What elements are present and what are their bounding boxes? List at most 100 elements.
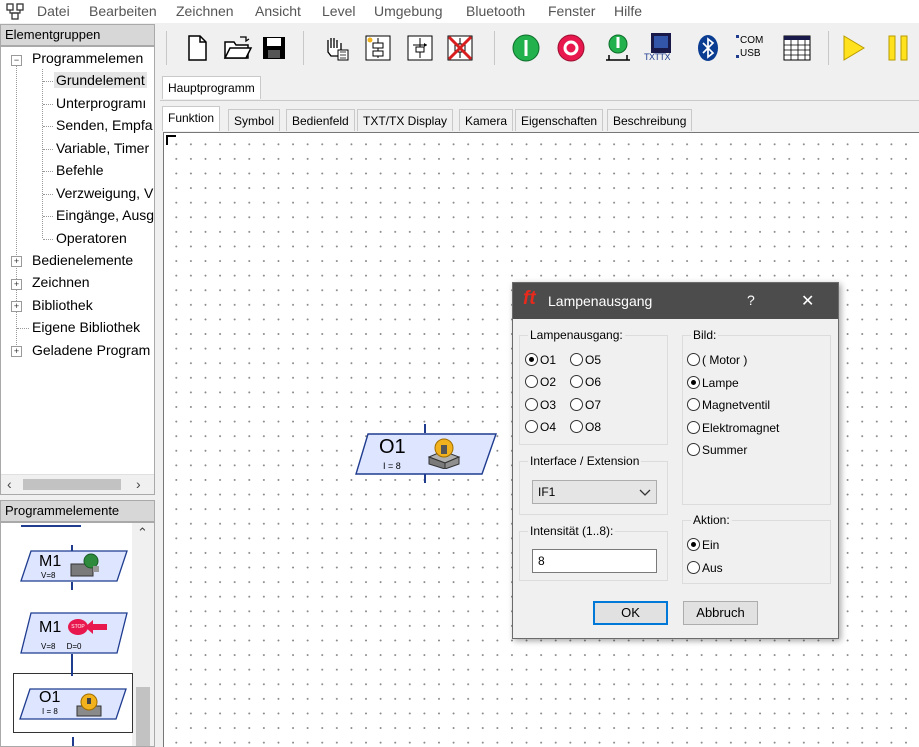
tree-item-geladene-programme[interactable]: Geladene Program bbox=[32, 342, 150, 358]
save-icon[interactable] bbox=[259, 33, 289, 63]
radio-o6[interactable]: O6 bbox=[570, 374, 601, 390]
table-window-icon[interactable] bbox=[782, 33, 812, 63]
scrollbar-thumb[interactable] bbox=[136, 687, 150, 746]
delete-element-icon[interactable] bbox=[445, 33, 475, 63]
palette-lamp-block[interactable]: O1 I = 8 bbox=[13, 662, 133, 733]
tree-item-senden-empfangen[interactable]: Senden, Empfa bbox=[56, 117, 153, 133]
programmelemente-header: Programmelemente bbox=[0, 500, 155, 522]
image-group: Bild: ( Motor ) Lampe Magnetventil Elekt… bbox=[682, 328, 831, 505]
radio-o1[interactable]: O1 bbox=[525, 352, 556, 368]
radio-o4[interactable]: O4 bbox=[525, 419, 556, 435]
interface-select[interactable]: IF1 bbox=[532, 480, 657, 504]
radio-o7[interactable]: O7 bbox=[570, 397, 601, 413]
block-label: O1 bbox=[379, 436, 406, 458]
scroll-up-icon[interactable]: ⌃ bbox=[137, 525, 148, 541]
radio-o3[interactable]: O3 bbox=[525, 397, 556, 413]
palette-item-label: M1 bbox=[39, 553, 62, 570]
palette-item-sub: V=8 bbox=[41, 571, 56, 580]
image-group-label: Bild: bbox=[691, 328, 719, 342]
hand-select-icon[interactable] bbox=[321, 33, 351, 63]
palette-motor-block[interactable]: M1 V=8 bbox=[19, 545, 128, 590]
tree-item-befehle[interactable]: Befehle bbox=[56, 162, 103, 178]
menu-ansicht[interactable]: Ansicht bbox=[255, 3, 301, 19]
tree-item-verzweigung[interactable]: Verzweigung, V bbox=[56, 185, 153, 201]
lampenausgang-dialog: ft Lampenausgang ? ✕ Lampenausgang: O1 O… bbox=[512, 282, 839, 639]
menu-fenster[interactable]: Fenster bbox=[548, 3, 595, 19]
chevron-down-icon bbox=[639, 489, 651, 496]
ok-button[interactable]: OK bbox=[593, 601, 668, 625]
expand-icon[interactable]: + bbox=[11, 346, 22, 357]
radio-aus[interactable]: Aus bbox=[687, 560, 723, 576]
tab-kamera[interactable]: Kamera bbox=[459, 109, 514, 131]
menu-hilfe[interactable]: Hilfe bbox=[614, 3, 642, 19]
app-icon bbox=[6, 3, 24, 20]
tree-item-eigene-bibliothek[interactable]: Eigene Bibliothek bbox=[32, 319, 140, 335]
help-icon[interactable]: ? bbox=[747, 292, 755, 308]
action-group: Aktion: Ein Aus bbox=[682, 513, 831, 584]
tab-funktion[interactable]: Funktion bbox=[162, 106, 221, 131]
radio-summer[interactable]: Summer bbox=[687, 442, 747, 458]
open-folder-icon[interactable] bbox=[223, 33, 253, 63]
close-icon[interactable]: ✕ bbox=[801, 291, 814, 311]
scroll-right-icon[interactable]: › bbox=[136, 476, 141, 492]
tab-bedienfeld[interactable]: Bedienfeld bbox=[286, 109, 355, 131]
tree-item-unterprogramme[interactable]: Unterprogramı bbox=[56, 95, 146, 111]
start-icon[interactable] bbox=[511, 33, 541, 63]
radio-motor[interactable]: ( Motor ) bbox=[687, 352, 747, 368]
tree-item-operatoren[interactable]: Operatoren bbox=[56, 230, 127, 246]
menu-level[interactable]: Level bbox=[322, 3, 355, 19]
vertical-scrollbar[interactable]: ⌃ bbox=[132, 523, 154, 746]
scrollbar-thumb[interactable] bbox=[23, 479, 121, 490]
menu-zeichnen[interactable]: Zeichnen bbox=[176, 3, 234, 19]
collapse-icon[interactable]: − bbox=[11, 55, 22, 66]
expand-icon[interactable]: + bbox=[11, 279, 22, 290]
scroll-left-icon[interactable]: ‹ bbox=[7, 476, 12, 492]
radio-elektromagnet[interactable]: Elektromagnet bbox=[687, 420, 779, 436]
interface-group: Interface / Extension IF1 bbox=[519, 454, 668, 515]
com-usb-icon[interactable]: COM USB bbox=[736, 33, 770, 63]
stop-icon[interactable] bbox=[556, 33, 586, 63]
tree-item-variable-timer[interactable]: Variable, Timer bbox=[56, 140, 149, 156]
interface-group-label: Interface / Extension bbox=[528, 454, 642, 468]
tab-eigenschaften[interactable]: Eigenschaften bbox=[515, 109, 604, 131]
tree-item-grundelemente[interactable]: Grundelement bbox=[54, 72, 147, 88]
pause-icon[interactable] bbox=[883, 33, 913, 63]
radio-o5[interactable]: O5 bbox=[570, 352, 601, 368]
expand-icon[interactable]: + bbox=[11, 301, 22, 312]
tab-hauptprogramm[interactable]: Hauptprogramm bbox=[162, 76, 261, 99]
menu-umgebung[interactable]: Umgebung bbox=[374, 3, 443, 19]
radio-magnetventil[interactable]: Magnetventil bbox=[687, 397, 770, 413]
flow-element-icon[interactable] bbox=[363, 33, 393, 63]
tab-beschreibung[interactable]: Beschreibung bbox=[607, 109, 693, 131]
radio-lampe[interactable]: Lampe bbox=[687, 375, 739, 391]
radio-o8[interactable]: O8 bbox=[570, 419, 601, 435]
programmelemente-palette[interactable]: ⌃ M1 V=8 M1 V=8 D=0 STOP O1 I = 8 bbox=[0, 522, 155, 747]
new-file-icon[interactable] bbox=[182, 33, 212, 63]
bluetooth-icon[interactable] bbox=[693, 33, 723, 63]
cancel-button[interactable]: Abbruch bbox=[683, 601, 758, 625]
lamp-output-block[interactable]: O1 I = 8 bbox=[354, 424, 499, 484]
menu-bluetooth[interactable]: Bluetooth bbox=[466, 3, 525, 19]
tree-item-programmelemente[interactable]: Programmelemen bbox=[32, 50, 143, 66]
online-test-icon[interactable] bbox=[603, 33, 633, 63]
tree-item-bibliothek[interactable]: Bibliothek bbox=[32, 297, 93, 313]
txt-controller-icon[interactable]: TXTTX bbox=[644, 33, 680, 63]
tab-txt-tx-display[interactable]: TXT/TX Display bbox=[357, 109, 454, 131]
elementgruppen-tree[interactable]: − Programmelemen Grundelement Unterprogr… bbox=[0, 46, 155, 495]
menu-datei[interactable]: Datei bbox=[37, 3, 70, 19]
tab-symbol[interactable]: Symbol bbox=[228, 109, 281, 131]
tree-item-zeichnen[interactable]: Zeichnen bbox=[32, 274, 90, 290]
dialog-titlebar[interactable]: ft Lampenausgang ? ✕ bbox=[513, 283, 838, 319]
radio-o2[interactable]: O2 bbox=[525, 374, 556, 390]
tree-item-bedienelemente[interactable]: Bedienelemente bbox=[32, 252, 133, 268]
expand-icon[interactable]: + bbox=[11, 256, 22, 267]
horizontal-scrollbar[interactable]: ‹ › bbox=[1, 474, 154, 494]
radio-ein[interactable]: Ein bbox=[687, 537, 719, 553]
play-icon[interactable] bbox=[838, 33, 868, 63]
palette-motor-stop-block[interactable]: M1 V=8 D=0 STOP bbox=[19, 611, 128, 668]
intensity-input[interactable]: 8 bbox=[532, 549, 657, 573]
flow-branch-icon[interactable] bbox=[405, 33, 435, 63]
tree-item-eingaenge-ausgaenge[interactable]: Eingänge, Ausg bbox=[56, 207, 154, 223]
menu-bar: Datei Bearbeiten Zeichnen Ansicht Level … bbox=[0, 0, 919, 23]
menu-bearbeiten[interactable]: Bearbeiten bbox=[89, 3, 157, 19]
